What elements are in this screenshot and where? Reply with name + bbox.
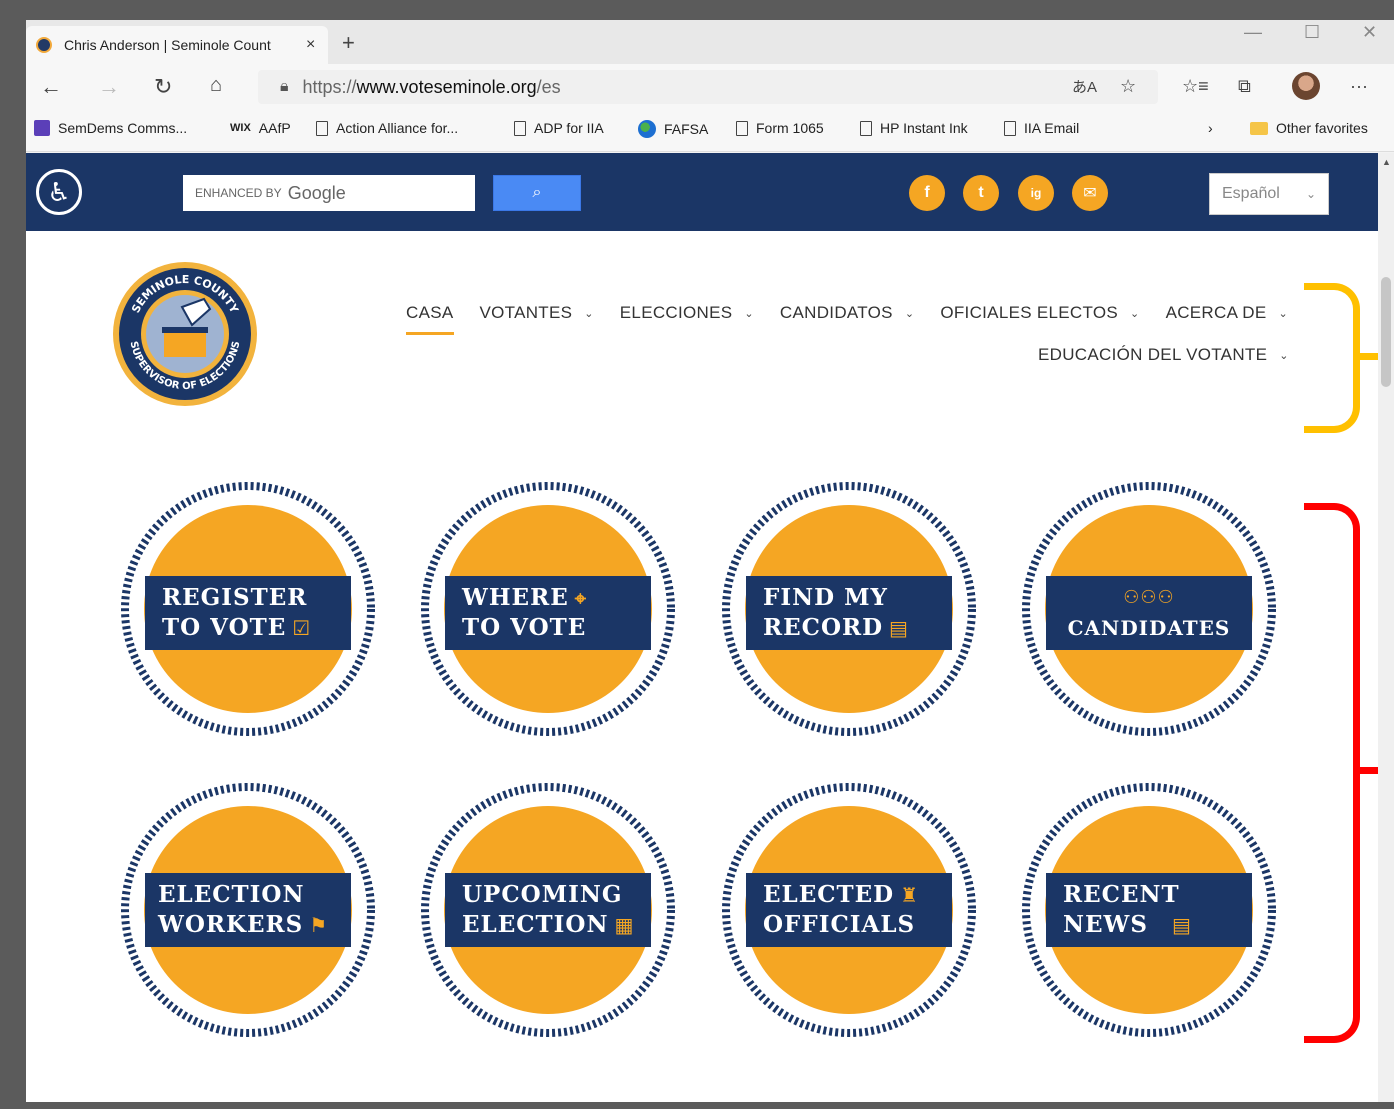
nav-acerca-de[interactable]: ACERCA DE ⌄ [1166,303,1288,323]
profile-avatar[interactable] [1292,72,1320,100]
nav-educacion-del-votante[interactable]: EDUCACIÓN DEL VOTANTE ⌄ [1038,345,1289,365]
favorites-bar: SemDems Comms... WIX AAfP Action Alliance… [26,108,1394,152]
chevron-down-icon: ⌄ [1279,349,1289,362]
document-icon: ▤ [889,616,909,640]
back-icon[interactable]: ← [40,74,62,100]
instagram-icon[interactable]: ig [1018,175,1054,211]
webpage: ♿︎ ENHANCED BY Google ⌕ f t ig ✉ Español… [26,153,1378,1102]
lock-icon: 🔒︎ [280,78,289,95]
page-scrollbar[interactable]: ▲ [1378,153,1394,1102]
home-icon[interactable]: ⌂ [210,74,222,97]
nav-votantes[interactable]: VOTANTES ⌄ [480,303,594,323]
search-icon: ⌕ [532,184,542,201]
browser-window: Chris Anderson | Seminole Count × + — ☐ … [26,20,1394,1102]
newspaper-icon: ▤ [1172,913,1192,937]
badge-upcoming-election[interactable]: UPCOMING ELECTION ▦ [421,783,675,1037]
favorite-other-favorites[interactable]: Other favorites [1250,120,1368,136]
forward-icon[interactable]: → [98,74,120,100]
badge-find-my-record[interactable]: FIND MY RECORD ▤ [722,482,976,736]
chevron-down-icon: ⌄ [1278,307,1289,320]
site-topbar: ♿︎ ENHANCED BY Google ⌕ f t ig ✉ Español… [26,153,1378,231]
wix-icon: WIX [230,122,251,134]
annotation-bracket-yellow [1304,283,1360,433]
badge-election-workers[interactable]: ELECTION WORKERS ⚑ [121,783,375,1037]
new-tab-button[interactable]: + [342,30,355,56]
page-icon [736,120,748,136]
favorite-semdems[interactable]: SemDems Comms... [34,120,187,136]
favorite-action-alliance[interactable]: Action Alliance for... [316,120,458,136]
nav-candidatos[interactable]: CANDIDATOS ⌄ [780,303,914,323]
favorite-form-1065[interactable]: Form 1065 [736,120,824,136]
twitter-icon[interactable]: t [963,175,999,211]
search-button[interactable]: ⌕ [493,175,581,211]
page-icon [316,120,328,136]
address-bar[interactable]: 🔒︎ https://www.voteseminole.org/es [258,70,1158,104]
maximize-icon[interactable]: ☐ [1304,22,1320,43]
site-logo[interactable]: SEMINOLE COUNTY SUPERVISOR OF ELECTIONS [112,261,258,407]
address-row: ← → ↻ ⌂ 🔒︎ https://www.voteseminole.org/… [26,64,1394,108]
search-input[interactable]: ENHANCED BY Google [183,175,475,211]
tab-close-icon[interactable]: × [306,36,315,54]
favorite-iia-email[interactable]: IIA Email [1004,120,1079,136]
accessibility-icon[interactable]: ♿︎ [36,169,82,215]
people-icon: ⚇⚇⚇ [1123,587,1175,608]
badge-where-to-vote[interactable]: WHERE ⌖ TO VOTE [421,482,675,736]
tab-strip: Chris Anderson | Seminole Count × + — ☐ … [26,20,1394,64]
language-select[interactable]: Español ⌄ [1209,173,1329,215]
chevron-down-icon: ⌄ [1305,187,1316,201]
browser-tab[interactable]: Chris Anderson | Seminole Count × [26,26,328,64]
favorites-overflow-chevron-icon[interactable]: › [1208,120,1213,136]
url-text: https://www.voteseminole.org/es [302,76,561,97]
chevron-down-icon: ⌄ [584,307,594,320]
annotation-bracket-yellow-tick [1360,353,1378,360]
tab-title: Chris Anderson | Seminole Count [64,37,271,53]
more-icon[interactable]: ··· [1350,76,1368,97]
badge-elected-officials[interactable]: ELECTED ♜ OFFICIALS [722,783,976,1037]
main-nav: CASA VOTANTES ⌄ ELECCIONES ⌄ CANDIDATOS ⌄ O… [406,303,1288,335]
workers-icon: ⚑ [309,913,329,937]
favorites-icon[interactable]: ☆≡ [1182,76,1209,97]
favorite-adp[interactable]: ADP for IIA [514,120,604,136]
scrollbar-thumb[interactable] [1381,277,1391,387]
globe-icon [638,120,656,138]
star-icon[interactable]: ☆ [1120,76,1136,97]
annotation-bracket-red-tick [1360,767,1378,774]
badge-register-to-vote[interactable]: REGISTER TO VOTE ☑ [121,482,375,736]
email-icon[interactable]: ✉ [1072,175,1108,211]
nav-oficiales-electos[interactable]: OFICIALES ELECTOS ⌄ [940,303,1139,323]
minimize-icon[interactable]: — [1244,22,1262,43]
chevron-down-icon: ⌄ [744,307,754,320]
main-nav-row-2: EDUCACIÓN DEL VOTANTE ⌄ [1038,345,1289,365]
list-icon [34,120,50,136]
site-favicon-icon [36,37,52,53]
badge-candidates[interactable]: ⚇⚇⚇ CANDIDATES [1022,482,1276,736]
badge-recent-news[interactable]: RECENT NEWS ▤ [1022,783,1276,1037]
scroll-up-icon[interactable]: ▲ [1382,157,1391,167]
nav-elecciones[interactable]: ELECCIONES ⌄ [620,303,754,323]
facebook-icon[interactable]: f [909,175,945,211]
official-icon: ♜ [900,883,920,907]
checkbox-icon: ☑ [292,616,312,640]
page-icon [514,120,526,136]
translate-icon[interactable]: あA [1072,76,1097,97]
refresh-icon[interactable]: ↻ [154,74,172,100]
chevron-down-icon: ⌄ [1130,307,1140,320]
favorite-aafp[interactable]: WIX AAfP [230,120,291,136]
favorite-fafsa[interactable]: FAFSA [638,120,708,138]
favorite-hp-instant-ink[interactable]: HP Instant Ink [860,120,968,136]
page-icon [860,120,872,136]
nav-casa[interactable]: CASA [406,303,454,335]
pin-icon: ⌖ [574,586,588,610]
folder-icon [1250,121,1268,135]
page-icon [1004,120,1016,136]
calendar-icon: ▦ [614,913,635,937]
collections-icon[interactable]: ⧉ [1238,76,1251,97]
annotation-bracket-red [1304,503,1360,1043]
chevron-down-icon: ⌄ [904,307,915,320]
close-window-icon[interactable]: ✕ [1362,22,1377,43]
